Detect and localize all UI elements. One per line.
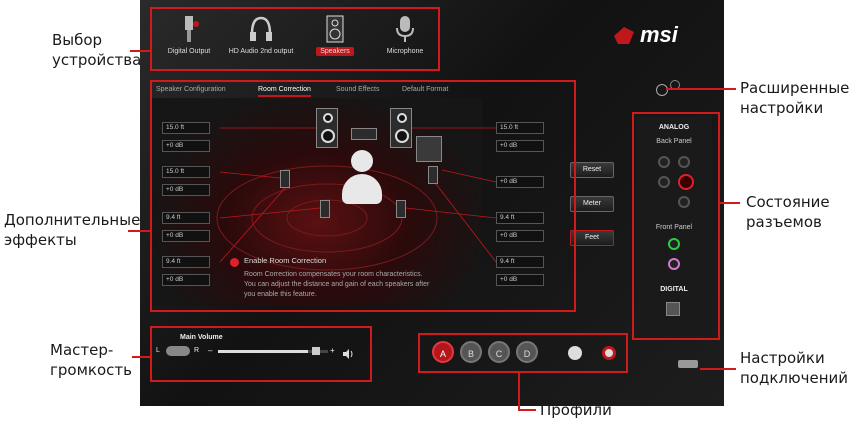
callout-line-1: Расширенные [740, 79, 850, 97]
line-extra-effects [128, 230, 150, 232]
callout-line-1: Дополнительные [4, 211, 141, 229]
callout-line-2: настройки [740, 99, 824, 117]
msi-logo: msi [612, 22, 702, 52]
highlight-room-effects [150, 80, 576, 312]
callout-line-2: разъемов [746, 213, 822, 231]
callout-line-2: устройства [52, 51, 142, 69]
callout-connection-settings: Настройки подключений [740, 348, 848, 388]
callout-jack-status: Состояние разъемов [746, 192, 830, 232]
callout-line-1: Мастер- [50, 341, 114, 359]
highlight-jack-status [632, 112, 720, 340]
line-jack-status [720, 202, 740, 204]
highlight-master-volume [150, 326, 372, 382]
line-profiles-vertical [518, 373, 520, 411]
callout-line-1: Выбор [52, 31, 103, 49]
reset-button[interactable]: Reset [570, 162, 614, 178]
connection-settings-icon[interactable] [678, 360, 698, 368]
line-master-volume [132, 356, 150, 358]
advanced-settings-icon[interactable] [656, 84, 668, 96]
line-advanced-settings [666, 88, 736, 90]
line-profiles-horizontal [518, 409, 536, 411]
callout-line-2: эффекты [4, 231, 77, 249]
highlight-device-select [150, 7, 440, 71]
callout-line-2: громкость [50, 361, 132, 379]
dragon-icon [614, 27, 634, 44]
callout-line-1: Настройки [740, 349, 825, 367]
callout-advanced-settings: Расширенные настройки [740, 78, 849, 118]
callout-extra-effects: Дополнительные эффекты [4, 210, 140, 250]
callout-line-1: Состояние [746, 193, 830, 211]
callout-line-2: подключений [740, 369, 849, 387]
callout-master-volume: Мастер- громкость [50, 340, 132, 380]
brand-text: msi [640, 22, 678, 47]
line-device-select [130, 50, 150, 52]
highlight-profiles [418, 333, 628, 373]
line-connection-settings [700, 368, 736, 370]
meter-button[interactable]: Meter [570, 196, 614, 212]
callout-device-select: Выбор устройства [52, 30, 141, 70]
feet-button[interactable]: Feet [570, 230, 614, 246]
